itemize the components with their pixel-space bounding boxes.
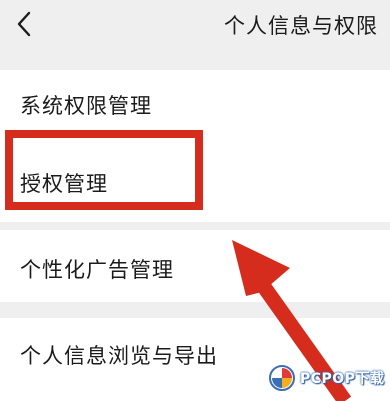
list-item-label: 系统权限管理 (20, 94, 152, 118)
permissions-card: 系统权限管理 授权管理 (0, 70, 390, 222)
chevron-left-icon (17, 11, 31, 37)
list-item-personalized-ads[interactable]: 个性化广告管理 (0, 230, 390, 302)
list-item-personal-info-export[interactable]: 个人信息浏览与导出 (0, 318, 390, 401)
list-item-label: 个性化广告管理 (20, 258, 174, 282)
list-item-system-permissions[interactable]: 系统权限管理 (0, 70, 390, 140)
top-bar: 个人信息与权限 (0, 0, 390, 56)
list-item-authorization-management[interactable]: 授权管理 (0, 142, 390, 222)
back-button[interactable] (6, 4, 42, 44)
ads-card: 个性化广告管理 (0, 230, 390, 302)
list-item-label: 授权管理 (20, 172, 108, 196)
page-title: 个人信息与权限 (224, 14, 378, 38)
export-card: 个人信息浏览与导出 (0, 318, 390, 401)
list-item-label: 个人信息浏览与导出 (20, 344, 218, 368)
